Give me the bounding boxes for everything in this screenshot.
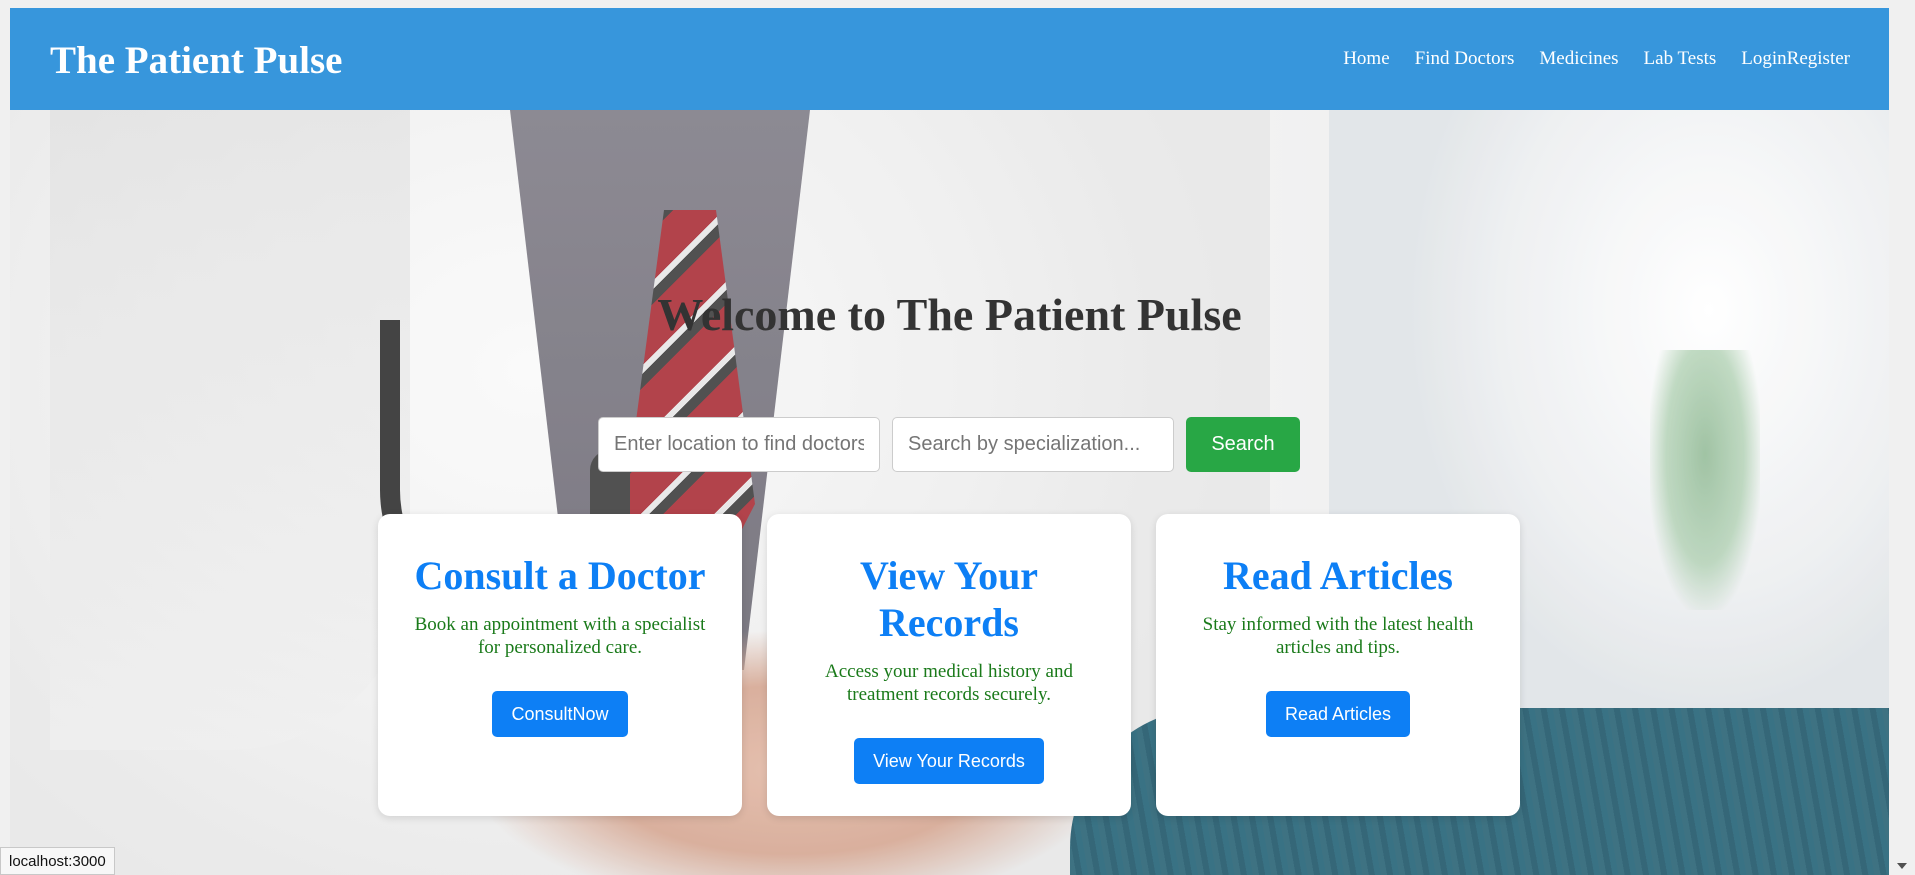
scroll-down-arrow-icon[interactable] [1897,863,1907,869]
nav-links: Home Find Doctors Medicines Lab Tests Lo… [1343,48,1850,70]
brand-logo[interactable]: The Patient Pulse [50,38,342,83]
location-search-input[interactable] [598,417,880,472]
card-description: Stay informed with the latest health art… [1202,614,1474,658]
page-scrollbar[interactable] [1889,0,1915,875]
card-view-records: View Your Records Access your medical hi… [767,514,1131,816]
card-title: Consult a Doctor [414,553,706,598]
card-title: View Your Records [859,553,1039,645]
consult-now-button[interactable]: ConsultNow [492,691,628,737]
read-articles-button[interactable]: Read Articles [1265,691,1411,737]
status-bar-url: localhost:3000 [0,847,115,875]
card-description: Access your medical history and treatmen… [825,661,1073,705]
card-description: Book an appointment with a specialist fo… [414,614,706,658]
search-bar: Search [598,417,1300,472]
card-consult-doctor: Consult a Doctor Book an appointment wit… [378,514,742,816]
nav-login[interactable]: Login [1741,48,1786,70]
search-button[interactable]: Search [1186,417,1300,472]
nav-medicines[interactable]: Medicines [1539,48,1618,70]
feature-cards: Consult a Doctor Book an appointment wit… [378,514,1520,816]
nav-register[interactable]: Register [1787,48,1850,70]
nav-home[interactable]: Home [1343,48,1389,70]
card-read-articles: Read Articles Stay informed with the lat… [1156,514,1520,816]
hero-section: Welcome to The Patient Pulse Search Cons… [10,110,1889,875]
hero-title: Welcome to The Patient Pulse [657,289,1242,340]
card-title: Read Articles [1223,553,1453,598]
nav-find-doctors[interactable]: Find Doctors [1415,48,1515,70]
specialization-search-input[interactable] [892,417,1174,472]
browser-viewport: The Patient Pulse Home Find Doctors Medi… [10,8,1889,875]
nav-lab-tests[interactable]: Lab Tests [1644,48,1717,70]
navbar: The Patient Pulse Home Find Doctors Medi… [10,8,1889,110]
view-records-button[interactable]: View Your Records [854,738,1044,784]
